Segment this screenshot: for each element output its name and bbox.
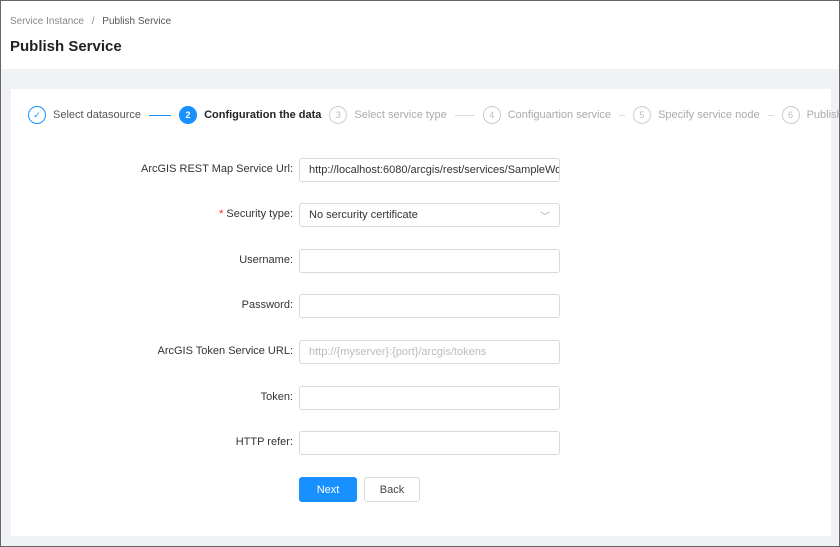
step-select-service-type[interactable]: 3 Select service type	[329, 106, 447, 124]
map-url-label: ArcGIS REST Map Service Url:	[141, 163, 293, 175]
breadcrumb-service-instance[interactable]: Service Instance	[10, 16, 84, 27]
steps: ✓ Select datasource 2 Configuration the da…	[28, 106, 840, 124]
token-label: Token:	[260, 391, 293, 403]
token-input[interactable]	[299, 386, 560, 410]
breadcrumb: Service Instance / Publish Service	[10, 16, 171, 27]
back-button[interactable]: Back	[364, 477, 420, 502]
token-row: Token:	[11, 386, 831, 410]
security-type-value: No sercurity certificate	[309, 209, 418, 221]
step-divider	[149, 114, 172, 116]
step-number: 6	[781, 106, 800, 124]
chevron-down-icon: ﹀	[540, 212, 550, 223]
step-configuration-service[interactable]: 4 Configuartion service	[482, 106, 612, 124]
page-title: Publish Service	[10, 38, 122, 55]
password-input[interactable]	[299, 294, 560, 318]
step-divider	[767, 114, 774, 116]
token-url-input[interactable]: http://{myserver}:{port}/arcgis/tokens	[299, 340, 560, 364]
http-refer-row: HTTP refer:	[11, 431, 831, 455]
password-row: Password:	[11, 294, 831, 318]
step-number: 5	[633, 106, 652, 124]
username-row: Username:	[11, 249, 831, 273]
step-label: Configuartion service	[507, 109, 612, 121]
step-publish[interactable]: 6 Publish	[781, 106, 840, 124]
step-divider	[454, 114, 475, 116]
step-label: Publish	[806, 109, 840, 121]
step-configuration[interactable]: 2 Configuration the data	[179, 106, 321, 124]
step-number: 3	[329, 106, 348, 124]
username-input[interactable]	[299, 249, 560, 273]
security-type-label-text: Security type:	[226, 208, 293, 220]
step-label: Specify service node	[658, 109, 760, 121]
breadcrumb-current: Publish Service	[102, 16, 172, 27]
map-url-input[interactable]: http://localhost:6080/arcgis/rest/servic…	[299, 158, 560, 182]
map-url-row: ArcGIS REST Map Service Url: http://loca…	[11, 158, 831, 182]
step-label: Configuration the data	[204, 109, 322, 121]
step-specify-service-node[interactable]: 5 Specify service node	[633, 106, 760, 124]
step-number: 4	[482, 106, 501, 124]
step-label: Select datasource	[53, 109, 142, 121]
step-label: Select service type	[354, 109, 447, 121]
required-mark: *	[219, 208, 224, 220]
step-divider	[619, 114, 626, 116]
token-url-label: ArcGIS Token Service URL:	[157, 345, 293, 357]
http-refer-input[interactable]	[299, 431, 560, 455]
http-refer-label: HTTP refer:	[235, 436, 293, 448]
security-type-label: * Security type:	[219, 208, 293, 220]
step-select-datasource[interactable]: ✓ Select datasource	[28, 106, 141, 124]
security-type-select[interactable]: No sercurity certificate ﹀	[299, 203, 560, 227]
token-url-row: ArcGIS Token Service URL: http://{myserv…	[11, 340, 831, 364]
breadcrumb-separator: /	[91, 16, 95, 27]
step-number: 2	[179, 106, 198, 124]
form-card: ✓ Select datasource 2 Configuration the da…	[11, 89, 840, 536]
check-icon: ✓	[28, 106, 46, 124]
page-header: Service Instance / Publish Service Publi…	[1, 1, 839, 69]
next-button[interactable]: Next	[299, 477, 357, 502]
security-type-row: * Security type: No sercurity certificate…	[11, 203, 831, 227]
password-label: Password:	[241, 299, 293, 311]
username-label: Username:	[239, 254, 293, 266]
